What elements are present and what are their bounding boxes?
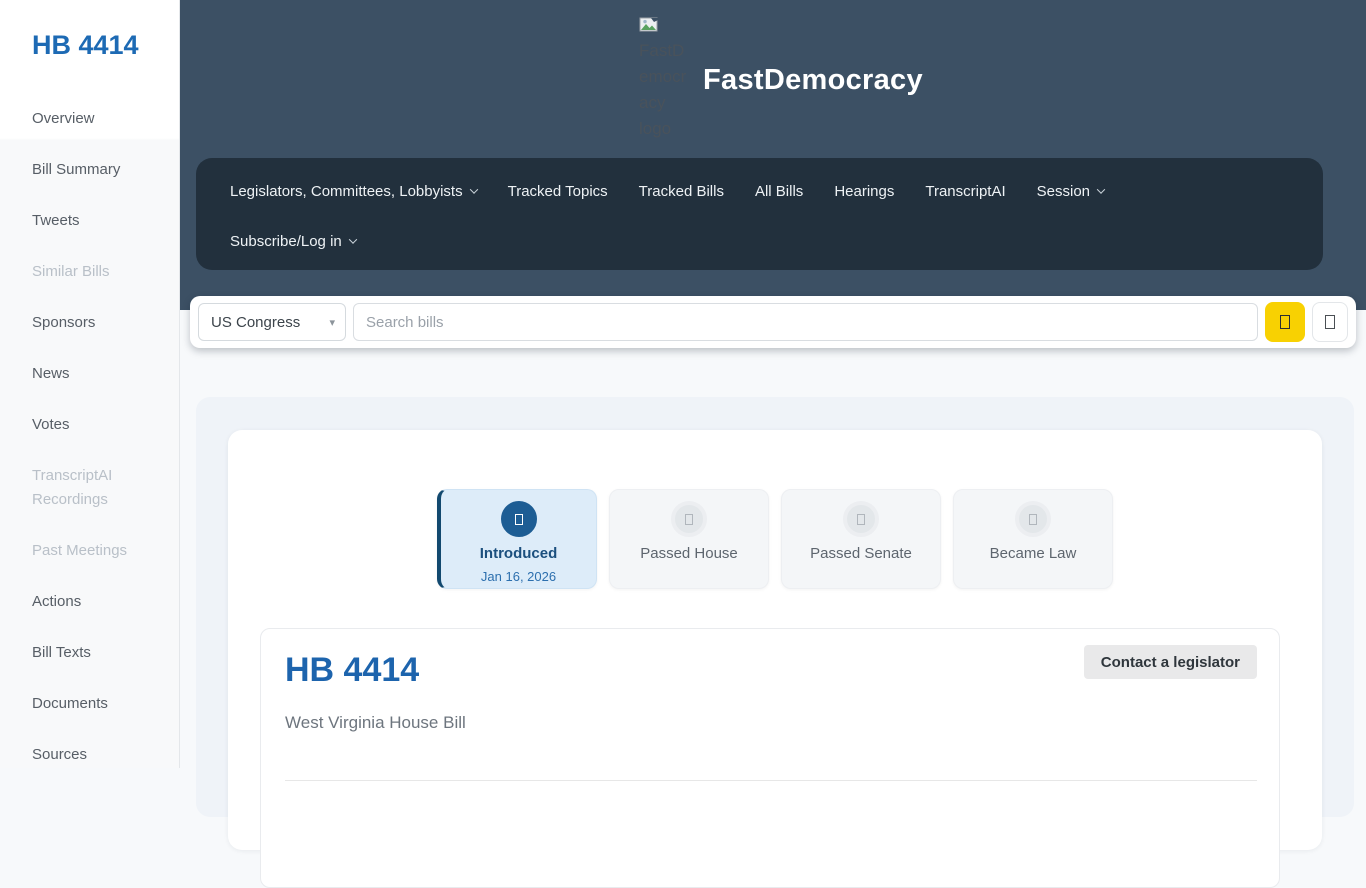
sidebar-item[interactable]: Sponsors xyxy=(32,311,154,335)
sidebar-item[interactable]: Actions xyxy=(32,590,154,614)
sidebar-item[interactable]: Documents xyxy=(32,692,154,716)
sidebar-item[interactable]: Past Meetings xyxy=(32,539,154,563)
sidebar-item[interactable]: News xyxy=(32,362,154,386)
main-navbar: Legislators, Committees, Lobbyists Track… xyxy=(196,158,1323,270)
logo-alt-text: FastDemocracy logo xyxy=(639,41,686,138)
bill-subtitle: West Virginia House Bill xyxy=(285,713,1257,733)
sidebar-item[interactable]: TranscriptAI Recordings xyxy=(32,464,154,512)
step-glyph-icon xyxy=(685,514,693,525)
progress-step-icon xyxy=(843,501,879,537)
bill-header-row: HB 4414 Contact a legislator xyxy=(285,645,1257,690)
broken-image-icon xyxy=(639,17,658,32)
jurisdiction-select[interactable]: US Congress ▾ xyxy=(198,303,346,341)
bill-info-card: HB 4414 Contact a legislator West Virgin… xyxy=(260,628,1280,888)
content-panel: Introduced Jan 16, 2026 Passed House Pas… xyxy=(196,397,1354,817)
chevron-down-icon xyxy=(1097,185,1105,193)
search-bar: US Congress ▾ xyxy=(190,296,1356,348)
step-glyph-icon xyxy=(1029,514,1037,525)
main-area: FastDemocracy logo FastDemocracy Legisla… xyxy=(180,0,1366,768)
nav-item[interactable]: Hearings xyxy=(834,183,894,200)
bill-number-title: HB 4414 xyxy=(285,651,419,690)
nav-item-label: TranscriptAI xyxy=(925,183,1005,200)
nav-item-label: Legislators, Committees, Lobbyists xyxy=(230,183,463,200)
sidebar-item[interactable]: Tweets xyxy=(32,209,154,233)
nav-item-label: Subscribe/Log in xyxy=(230,233,342,250)
step-glyph-icon xyxy=(857,514,865,525)
nav-row-1: Legislators, Committees, Lobbyists Track… xyxy=(230,166,1323,216)
progress-step-label: Became Law xyxy=(954,545,1112,562)
nav-item[interactable]: TranscriptAI xyxy=(925,183,1005,200)
step-glyph-icon xyxy=(515,514,523,525)
contact-legislator-button[interactable]: Contact a legislator xyxy=(1084,645,1257,679)
nav-item[interactable]: All Bills xyxy=(755,183,803,200)
nav-item[interactable]: Legislators, Committees, Lobbyists xyxy=(230,183,477,200)
header: FastDemocracy logo FastDemocracy Legisla… xyxy=(180,0,1366,310)
bill-divider xyxy=(285,780,1257,781)
progress-step-label: Passed House xyxy=(610,545,768,562)
progress-step-icon xyxy=(671,501,707,537)
nav-item[interactable]: Session xyxy=(1037,183,1104,200)
bill-overview-card: Introduced Jan 16, 2026 Passed House Pas… xyxy=(228,430,1322,850)
progress-step-icon xyxy=(1015,501,1051,537)
nav-item-label: All Bills xyxy=(755,183,803,200)
progress-step[interactable]: Passed Senate xyxy=(781,489,941,589)
sidebar-item[interactable]: Bill Texts xyxy=(32,641,154,665)
progress-step-label: Passed Senate xyxy=(782,545,940,562)
select-caret-icon: ▾ xyxy=(329,316,335,329)
progress-step-label: Introduced xyxy=(441,545,596,562)
sidebar-item[interactable]: Bill Summary xyxy=(32,158,154,182)
sidebar-nav: Overview Bill Summary Tweets Similar Bil… xyxy=(32,107,179,767)
search-icon xyxy=(1280,315,1290,329)
nav-item-subscribe-login[interactable]: Subscribe/Log in xyxy=(230,233,356,250)
progress-step-icon xyxy=(501,501,537,537)
search-button[interactable] xyxy=(1265,302,1305,342)
nav-item[interactable]: Tracked Bills xyxy=(639,183,724,200)
secondary-action-icon xyxy=(1325,315,1335,329)
brand-title[interactable]: FastDemocracy xyxy=(703,64,923,97)
progress-step[interactable]: Passed House xyxy=(609,489,769,589)
chevron-down-icon xyxy=(349,235,357,243)
nav-row-2: Subscribe/Log in xyxy=(230,216,1323,266)
sidebar-bill-title: HB 4414 xyxy=(32,30,179,61)
jurisdiction-selected-value: US Congress xyxy=(211,314,300,331)
broken-logo-image[interactable]: FastDemocracy logo xyxy=(639,12,687,142)
progress-step[interactable]: Introduced Jan 16, 2026 xyxy=(437,489,597,589)
nav-item-label: Session xyxy=(1037,183,1090,200)
nav-item-label: Tracked Topics xyxy=(508,183,608,200)
sidebar-item[interactable]: Overview xyxy=(32,107,154,131)
nav-item[interactable]: Tracked Topics xyxy=(508,183,608,200)
sidebar-item[interactable]: Similar Bills xyxy=(32,260,154,284)
progress-step[interactable]: Became Law xyxy=(953,489,1113,589)
nav-item-label: Tracked Bills xyxy=(639,183,724,200)
nav-item-label: Hearings xyxy=(834,183,894,200)
sidebar-item[interactable]: Votes xyxy=(32,413,154,437)
chevron-down-icon xyxy=(469,185,477,193)
bill-progress-tracker: Introduced Jan 16, 2026 Passed House Pas… xyxy=(228,489,1322,589)
sidebar: HB 4414 Overview Bill Summary Tweets Sim… xyxy=(0,0,180,768)
progress-step-date: Jan 16, 2026 xyxy=(441,569,596,584)
secondary-search-action-button[interactable] xyxy=(1312,302,1348,342)
search-input[interactable] xyxy=(353,303,1258,341)
sidebar-item[interactable]: Sources xyxy=(32,743,154,767)
